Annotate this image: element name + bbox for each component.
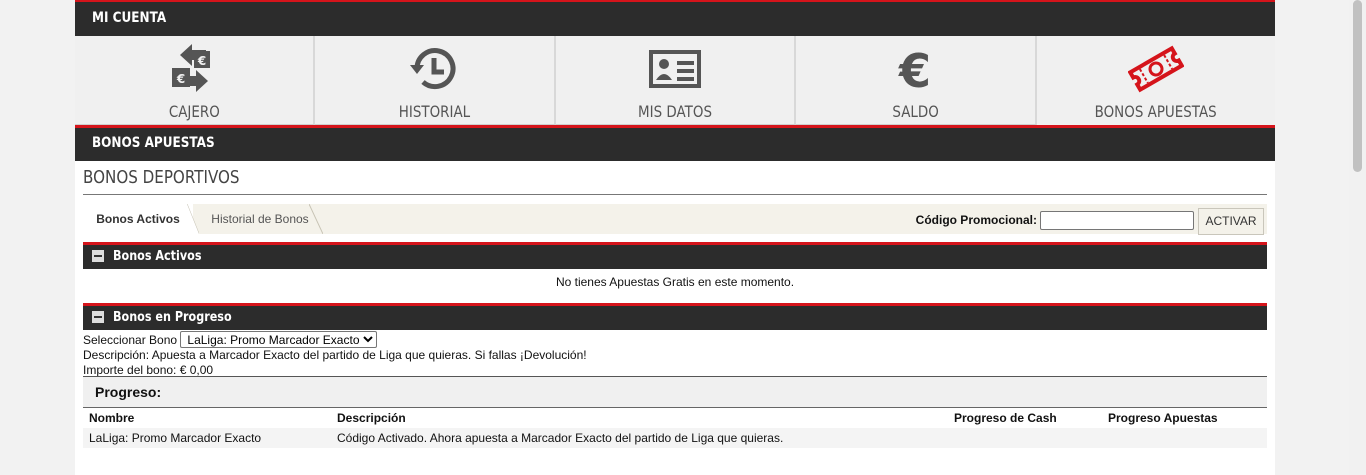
nav-mis-datos[interactable]: MIS DATOS bbox=[555, 36, 797, 125]
progress-bonuses-header: Bonos en Progreso bbox=[83, 303, 1267, 330]
active-bonuses-title: Bonos Activos bbox=[113, 249, 202, 264]
cell-descripcion: Código Activado. Ahora apuesta a Marcado… bbox=[331, 428, 948, 448]
table-row: LaLiga: Promo Marcador Exacto Código Act… bbox=[83, 428, 1267, 448]
bonus-select-label: Seleccionar Bono bbox=[83, 333, 178, 347]
active-bonuses-header: Bonos Activos bbox=[83, 242, 1267, 269]
nav-label-saldo: SALDO bbox=[892, 102, 939, 121]
cell-progreso-cash bbox=[948, 428, 1102, 448]
ticket-icon bbox=[1127, 45, 1184, 93]
svg-text:€: € bbox=[176, 72, 185, 86]
tab-divider bbox=[309, 204, 323, 234]
euro-icon: € bbox=[898, 44, 931, 97]
progress-header: Progreso: bbox=[83, 376, 1267, 407]
nav-saldo[interactable]: € SALDO bbox=[796, 36, 1037, 125]
cell-nombre: LaLiga: Promo Marcador Exacto bbox=[83, 428, 331, 448]
promo-code-input[interactable] bbox=[1040, 211, 1194, 230]
bonus-select-row: Seleccionar Bono LaLiga: Promo Marcador … bbox=[83, 331, 587, 348]
activate-button[interactable]: ACTIVAR bbox=[1198, 208, 1264, 235]
account-panel: MI CUENTA € € CAJERO HISTORIAL MIS DATOS… bbox=[75, 0, 1276, 475]
section-title: BONOS APUESTAS bbox=[92, 135, 215, 151]
column-descripcion: Descripción bbox=[331, 407, 948, 428]
nav-bonos-apuestas[interactable]: BONOS APUESTAS bbox=[1036, 36, 1276, 125]
cell-progreso-apuestas bbox=[1102, 428, 1267, 448]
promo-code-label: Código Promocional: bbox=[915, 213, 1037, 227]
page-title: BONOS DEPORTIVOS bbox=[83, 161, 1267, 195]
nav-label-mis-datos: MIS DATOS bbox=[638, 102, 712, 121]
nav-label-historial: HISTORIAL bbox=[398, 102, 471, 121]
column-progreso-cash: Progreso de Cash bbox=[948, 407, 1102, 428]
nav-label-bonos-apuestas: BONOS APUESTAS bbox=[1094, 102, 1217, 121]
progress-bonuses-title: Bonos en Progreso bbox=[113, 310, 232, 325]
id-card-icon bbox=[649, 50, 702, 88]
bonus-select[interactable]: LaLiga: Promo Marcador Exacto bbox=[180, 331, 378, 348]
bonus-info: Seleccionar Bono LaLiga: Promo Marcador … bbox=[83, 331, 587, 378]
collapse-icon[interactable] bbox=[92, 249, 104, 262]
section-header: BONOS APUESTAS bbox=[75, 125, 1275, 161]
bonus-description: Descripción: Apuesta a Marcador Exacto d… bbox=[83, 348, 587, 362]
empty-bonuses-message: No tienes Apuestas Gratis en este moment… bbox=[555, 275, 795, 289]
history-clock-icon bbox=[409, 48, 456, 90]
nav-historial[interactable]: HISTORIAL bbox=[315, 36, 556, 125]
main-content: BONOS DEPORTIVOS Bonos Activos Historial… bbox=[83, 161, 1267, 448]
page-title-text: BONOS DEPORTIVOS bbox=[83, 167, 240, 188]
tab-bonos-activos[interactable]: Bonos Activos bbox=[83, 204, 193, 234]
column-nombre: Nombre bbox=[83, 407, 331, 428]
account-nav: € € CAJERO HISTORIAL MIS DATOS € SALDO B… bbox=[75, 36, 1276, 125]
account-title: MI CUENTA bbox=[92, 10, 167, 26]
collapse-icon[interactable] bbox=[92, 310, 104, 323]
svg-text:€: € bbox=[898, 44, 931, 97]
svg-text:€: € bbox=[197, 54, 206, 68]
page-scrollbar[interactable] bbox=[1349, 0, 1366, 475]
tabs-row: Bonos Activos Historial de Bonos Código … bbox=[83, 204, 1267, 235]
progress-table: Nombre Descripción Progreso de Cash Prog… bbox=[83, 407, 1267, 448]
table-header-row: Nombre Descripción Progreso de Cash Prog… bbox=[83, 407, 1267, 428]
nav-label-cajero: CAJERO bbox=[168, 102, 220, 121]
scrollbar-thumb[interactable] bbox=[1353, 0, 1362, 172]
tab-historial-bonos[interactable]: Historial de Bonos bbox=[193, 204, 327, 234]
cashier-exchange-icon: € € bbox=[172, 44, 211, 92]
column-progreso-apuestas: Progreso Apuestas bbox=[1102, 407, 1267, 428]
account-header: MI CUENTA bbox=[75, 0, 1275, 36]
nav-cajero[interactable]: € € CAJERO bbox=[75, 36, 316, 125]
